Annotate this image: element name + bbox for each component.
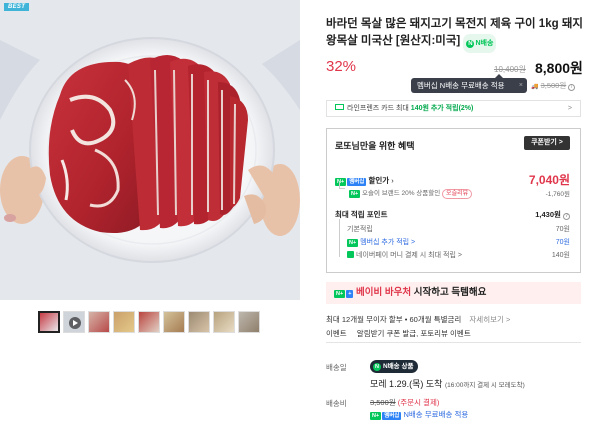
tooltip-text: 멤버십 N배송 무료배송 적용 — [417, 81, 505, 90]
naverpay-points-value: 140원 — [551, 252, 570, 259]
product-page: BEST 바라던 목살 많은 돼지고기 목전지 제육 구이 1kg 돼지 왕목살… — [0, 0, 600, 424]
shipping-fee-row: 3,500원 (주문시 결제) — [370, 397, 439, 408]
thumbnail-6[interactable] — [163, 311, 185, 333]
delivery-date-row: 모레 1.29.(목) 도착 (16:00까지 결제 시 모레도착) — [370, 377, 525, 390]
discount-price-label: 할인가 — [368, 176, 390, 185]
free-shipping-tooltip: 멤버십 N배송 무료배송 적용 × — [411, 74, 527, 93]
tree-line — [339, 219, 340, 257]
delivery-date: 모레 1.29.(목) 도착 — [370, 379, 443, 389]
best-badge: BEST — [4, 3, 30, 11]
nplus-badge: N+ — [349, 190, 361, 198]
n-delivery-badge-label: N배송 상품 — [383, 363, 414, 370]
membership-points-value: 70원 — [555, 239, 570, 246]
shipping-original-value: 3,500원 — [540, 81, 567, 90]
naverpay-points-row[interactable]: 네이버페이 머니 결제 시 최대 적립 > — [347, 250, 462, 260]
membership-badge: 멤버십 — [347, 178, 367, 186]
baby-voucher-brand: 베이비 바우처 — [356, 287, 412, 298]
meat-plate-illustration — [0, 0, 300, 300]
n-delivery-badge: N N배송 상품 — [370, 360, 419, 373]
membership-points-row[interactable]: N+ 멤버십 추가 적립 > — [347, 237, 415, 247]
help-icon[interactable]: ? — [563, 213, 570, 220]
nplus-badge: N+ — [334, 290, 346, 298]
brand-sale-badge: 오슬리뷰 — [442, 189, 473, 199]
max-points-value: 1,430원 — [535, 210, 561, 219]
card-icon — [335, 104, 344, 110]
nplus-badge: N+ — [370, 412, 382, 420]
n-icon: N — [373, 363, 381, 371]
shipping-fee-label: 배송비 — [326, 399, 347, 408]
shipping-fee-note: (주문시 결제) — [397, 398, 440, 407]
thumbnail-9[interactable] — [238, 311, 260, 333]
thumbnail-7[interactable] — [188, 311, 210, 333]
benefit-header: 로또님만을 위한 혜택 — [335, 141, 415, 151]
event-label: 이벤트 — [326, 329, 347, 338]
free-shipping-row: N+ 멤버십 N배송 무료배송 적용 — [370, 409, 468, 420]
card-promo-banner[interactable]: 라인프렌즈 카드 최대 140원 추가 적립(2%) > — [326, 100, 581, 117]
thumbnail-8[interactable] — [213, 311, 235, 333]
play-icon — [69, 317, 81, 329]
member-benefit-box: 로또님만을 위한 혜택 쿠폰받기 > N+ 멤버십 할인가 › 7,040원 N+… — [326, 128, 581, 273]
brand-sale-text: 오슬이 브랜드 20% 상품할인 — [362, 190, 441, 197]
divider — [326, 342, 581, 343]
basic-points-label: 기본적립 — [347, 226, 373, 233]
discount-rate: 32% — [326, 58, 357, 75]
baby-voucher-banner[interactable]: N+ + 베이비 바우처 시작하고 득템해요 — [326, 282, 581, 304]
chevron-right-icon: > — [567, 105, 572, 112]
free-shipping-label: N배송 무료배송 적용 — [403, 410, 469, 419]
shipping-original-fee: 🚚 3,500원 i — [531, 80, 576, 91]
baby-voucher-text: 시작하고 득템해요 — [411, 287, 487, 298]
product-main-image[interactable]: BEST — [0, 0, 300, 300]
delivery-date-note: (16:00까지 결제 시 모레도착) — [444, 382, 525, 389]
brand-sale-row: N+ 오슬이 브랜드 20% 상품할인 오슬리뷰 — [349, 187, 473, 199]
product-title: 바라던 목살 많은 돼지고기 목전지 제육 구이 1kg 돼지 왕목살 미국산 … — [326, 16, 588, 53]
card-promo-highlight: 140원 추가 적립(2%) — [410, 105, 474, 112]
plus-badge: + — [346, 290, 354, 298]
card-promo-text: 라인프렌즈 카드 최대 — [347, 105, 411, 112]
installment-more-link[interactable]: 자세히보기 > — [469, 315, 510, 324]
close-icon[interactable]: × — [519, 78, 523, 93]
sale-price: 8,800원 — [535, 60, 583, 76]
thumbnail-4[interactable] — [113, 311, 135, 333]
truck-icon: 🚚 — [531, 84, 539, 90]
basic-points-value: 70원 — [555, 226, 570, 233]
thumbnail-video[interactable] — [63, 311, 85, 333]
installment-text: 최대 12개월 무이자 할부 • 60개월 특별금리 — [326, 315, 462, 324]
thumbnail-5[interactable] — [138, 311, 160, 333]
member-discount-price: 7,040원 — [528, 173, 570, 187]
event-text[interactable]: 알림받기 쿠폰 발급, 포토리뷰 이벤트 — [357, 329, 471, 338]
thumbnail-strip — [38, 311, 260, 333]
npay-badge: N N배송 — [463, 34, 497, 53]
max-points-label: 최대 적립 포인트 — [335, 210, 388, 219]
max-points-value-row: 1,430원 ? — [535, 209, 570, 220]
chevron-right-icon: › — [391, 176, 394, 185]
shipping-fee-value: 3,500원 — [370, 398, 396, 407]
npay-badge-label: N배송 — [475, 40, 494, 47]
naverpay-points-label: 네이버페이 머니 결제 시 최대 적립 > — [356, 252, 462, 259]
event-row: 이벤트 알림받기 쿠폰 발급, 포토리뷰 이벤트 — [326, 328, 471, 339]
coupon-button[interactable]: 쿠폰받기 > — [524, 136, 570, 150]
brand-sale-amount: -1,760원 — [545, 191, 570, 198]
product-title-text: 바라던 목살 많은 돼지고기 목전지 제육 구이 1kg 돼지 왕목살 미국산 … — [326, 18, 583, 47]
membership-points-label: 멤버십 추가 적립 > — [360, 239, 416, 246]
info-icon[interactable]: i — [568, 84, 576, 91]
delivery-label: 배송일 — [326, 363, 347, 372]
naverpay-icon — [347, 251, 354, 258]
installment-row: 최대 12개월 무이자 할부 • 60개월 특별금리 자세히보기 > — [326, 314, 510, 325]
thumbnail-3[interactable] — [88, 311, 110, 333]
tree-connector — [339, 183, 345, 189]
n-icon: N — [466, 40, 475, 48]
nplus-badge: N+ — [347, 239, 359, 247]
thumbnail-1[interactable] — [38, 311, 60, 333]
membership-badge: 멤버십 — [382, 412, 402, 420]
